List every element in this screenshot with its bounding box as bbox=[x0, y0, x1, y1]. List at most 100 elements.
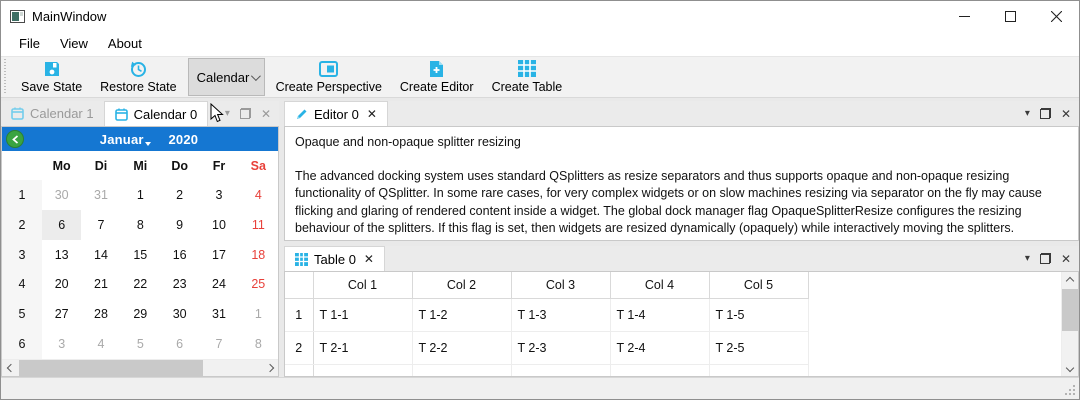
create-editor-button[interactable]: Create Editor bbox=[391, 57, 483, 97]
calendar-day[interactable]: 15 bbox=[121, 240, 160, 270]
save-state-button[interactable]: Save State bbox=[12, 57, 91, 97]
calendar-day[interactable]: 8 bbox=[121, 210, 160, 240]
table-vertical-scrollbar[interactable] bbox=[1061, 272, 1078, 376]
close-tab-icon[interactable]: ✕ bbox=[367, 107, 377, 121]
close-button[interactable] bbox=[1033, 1, 1079, 31]
table-cell[interactable]: T 3-5 bbox=[709, 364, 808, 376]
size-grip-icon[interactable] bbox=[1063, 383, 1075, 395]
scrollbar-thumb[interactable] bbox=[1062, 289, 1079, 331]
calendar-day[interactable]: 14 bbox=[81, 240, 120, 270]
toolbar-drag-handle[interactable] bbox=[2, 59, 11, 95]
scroll-right-icon[interactable] bbox=[261, 360, 278, 377]
scrollbar-track[interactable] bbox=[19, 360, 261, 377]
calendar-day[interactable]: 22 bbox=[121, 269, 160, 299]
table-cell[interactable]: T 2-3 bbox=[511, 331, 610, 364]
minimize-button[interactable] bbox=[941, 1, 987, 31]
calendar-month-year[interactable]: Januar 2020 bbox=[24, 132, 274, 147]
calendar-day[interactable]: 7 bbox=[81, 210, 120, 240]
calendar-day[interactable]: 30 bbox=[160, 299, 199, 329]
calendar-day[interactable]: 29 bbox=[121, 299, 160, 329]
calendar-day[interactable]: 1 bbox=[121, 180, 160, 210]
calendar-day[interactable]: 27 bbox=[42, 299, 81, 329]
calendar-day[interactable]: 4 bbox=[81, 329, 120, 359]
menu-file[interactable]: File bbox=[9, 33, 50, 54]
tab-table-0[interactable]: Table 0 ✕ bbox=[284, 246, 385, 271]
tab-editor-0[interactable]: Editor 0 ✕ bbox=[284, 101, 388, 126]
calendar-day[interactable]: 28 bbox=[81, 299, 120, 329]
calendar-day[interactable]: 18 bbox=[239, 240, 278, 270]
scrollbar-track[interactable] bbox=[1062, 289, 1079, 359]
table-cell[interactable]: T 1-2 bbox=[412, 298, 511, 331]
column-header[interactable]: Col 5 bbox=[709, 272, 808, 298]
perspective-combobox[interactable]: Calendar bbox=[188, 58, 265, 96]
close-panel-icon[interactable]: ✕ bbox=[1061, 107, 1071, 121]
table-cell[interactable]: T 1-4 bbox=[610, 298, 709, 331]
calendar-day[interactable]: 7 bbox=[199, 329, 238, 359]
calendar-day[interactable]: 6 bbox=[42, 210, 81, 240]
calendar-day[interactable]: 3 bbox=[199, 180, 238, 210]
calendar-day[interactable]: 16 bbox=[160, 240, 199, 270]
calendar-month[interactable]: Januar bbox=[100, 132, 144, 147]
tabs-menu-icon[interactable]: ▾ bbox=[1025, 253, 1030, 264]
tab-calendar-0[interactable]: Calendar 0 bbox=[104, 101, 209, 126]
tabs-menu-icon[interactable]: ▾ bbox=[1025, 108, 1030, 119]
calendar-day[interactable]: 11 bbox=[239, 210, 278, 240]
calendar-day[interactable]: 6 bbox=[160, 329, 199, 359]
table-cell[interactable]: T 2-5 bbox=[709, 331, 808, 364]
table-cell[interactable]: T 3-2 bbox=[412, 364, 511, 376]
row-header[interactable]: 1 bbox=[285, 298, 313, 331]
scroll-down-icon[interactable] bbox=[1062, 359, 1079, 376]
calendar-day[interactable]: 5 bbox=[121, 329, 160, 359]
column-header[interactable]: Col 1 bbox=[313, 272, 412, 298]
table-scroll-area[interactable]: Col 1Col 2Col 3Col 4Col 5 1T 1-1T 1-2T 1… bbox=[285, 272, 1078, 376]
calendar-day[interactable]: 25 bbox=[239, 269, 278, 299]
calendar-year[interactable]: 2020 bbox=[168, 132, 198, 147]
calendar-day[interactable]: 8 bbox=[239, 329, 278, 359]
calendar-day[interactable]: 30 bbox=[42, 180, 81, 210]
scrollbar-thumb[interactable] bbox=[19, 360, 203, 377]
table-cell[interactable]: T 1-5 bbox=[709, 298, 808, 331]
column-header[interactable]: Col 2 bbox=[412, 272, 511, 298]
table-cell[interactable]: T 1-3 bbox=[511, 298, 610, 331]
restore-state-button[interactable]: Restore State bbox=[91, 57, 185, 97]
calendar-day[interactable]: 10 bbox=[199, 210, 238, 240]
scroll-up-icon[interactable] bbox=[1062, 272, 1079, 289]
float-panel-icon[interactable] bbox=[1040, 253, 1051, 264]
table-cell[interactable]: T 3-4 bbox=[610, 364, 709, 376]
tab-calendar-1[interactable]: Calendar 1 bbox=[1, 101, 104, 126]
calendar-day[interactable]: 1 bbox=[239, 299, 278, 329]
table-cell[interactable]: T 2-4 bbox=[610, 331, 709, 364]
calendar-day[interactable]: 31 bbox=[199, 299, 238, 329]
calendar-day[interactable]: 2 bbox=[160, 180, 199, 210]
calendar-day[interactable]: 17 bbox=[199, 240, 238, 270]
row-header[interactable]: 3 bbox=[285, 364, 313, 376]
close-panel-icon[interactable]: ✕ bbox=[261, 107, 271, 121]
close-tab-icon[interactable]: ✕ bbox=[364, 252, 374, 266]
table-cell[interactable]: T 1-1 bbox=[313, 298, 412, 331]
calendar-day[interactable]: 31 bbox=[81, 180, 120, 210]
calendar-day[interactable]: 9 bbox=[160, 210, 199, 240]
create-table-button[interactable]: Create Table bbox=[483, 57, 572, 97]
table-cell[interactable]: T 2-1 bbox=[313, 331, 412, 364]
calendar-day[interactable]: 24 bbox=[199, 269, 238, 299]
row-header[interactable]: 2 bbox=[285, 331, 313, 364]
table-cell[interactable]: T 3-3 bbox=[511, 364, 610, 376]
calendar-day[interactable]: 21 bbox=[81, 269, 120, 299]
create-perspective-button[interactable]: Create Perspective bbox=[267, 57, 391, 97]
previous-month-button[interactable] bbox=[6, 130, 24, 148]
float-panel-icon[interactable] bbox=[240, 108, 251, 119]
column-header[interactable]: Col 4 bbox=[610, 272, 709, 298]
tabs-menu-icon[interactable]: ▾ bbox=[225, 108, 230, 119]
calendar-day[interactable]: 13 bbox=[42, 240, 81, 270]
calendar-day[interactable]: 20 bbox=[42, 269, 81, 299]
scroll-left-icon[interactable] bbox=[2, 360, 19, 377]
calendar-day[interactable]: 23 bbox=[160, 269, 199, 299]
table-cell[interactable]: T 2-2 bbox=[412, 331, 511, 364]
maximize-button[interactable] bbox=[987, 1, 1033, 31]
calendar-day[interactable]: 3 bbox=[42, 329, 81, 359]
editor-content[interactable]: Opaque and non-opaque splitter resizing … bbox=[284, 126, 1079, 241]
menu-view[interactable]: View bbox=[50, 33, 98, 54]
calendar-day[interactable]: 4 bbox=[239, 180, 278, 210]
column-header[interactable]: Col 3 bbox=[511, 272, 610, 298]
menu-about[interactable]: About bbox=[98, 33, 152, 54]
